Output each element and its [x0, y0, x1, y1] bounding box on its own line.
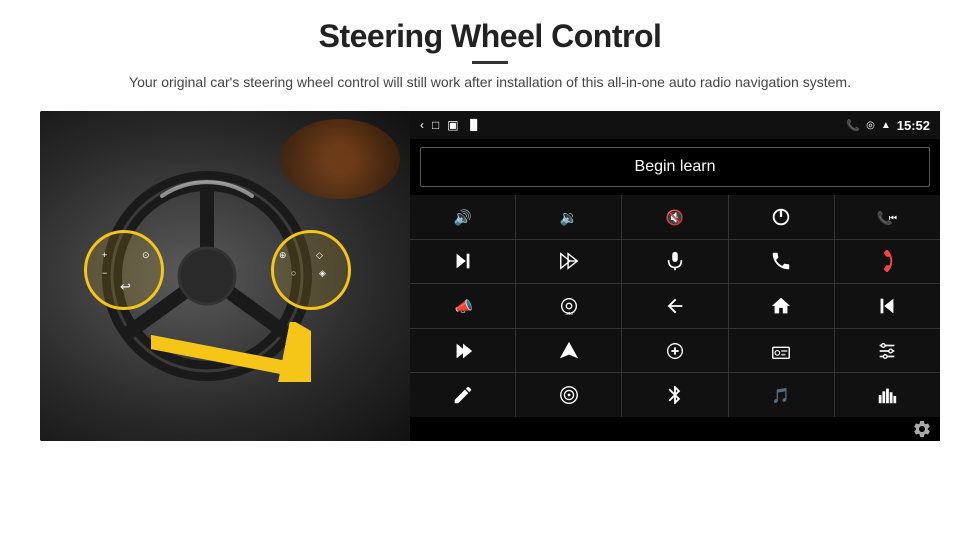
status-bar-right: 📞 ◎ ▲ 15:52 — [846, 118, 930, 133]
svg-text:🎵: 🎵 — [772, 388, 790, 405]
status-bar: ‹ □ ▣ ▐▌ 📞 ◎ ▲ 15:52 — [410, 111, 940, 139]
svg-text:◈: ◈ — [319, 268, 326, 278]
svg-text:⊙: ⊙ — [142, 250, 150, 260]
target-button[interactable] — [516, 373, 621, 417]
content-area: + ⊙ − ↩ ⊕ ◇ ○ ◈ — [40, 111, 940, 441]
navigation-button[interactable] — [516, 329, 621, 373]
edit-button[interactable] — [410, 373, 515, 417]
radio-button[interactable] — [729, 329, 834, 373]
svg-text:◇: ◇ — [316, 250, 323, 260]
skip-forward-button[interactable] — [410, 240, 515, 284]
phone-hangup-button[interactable] — [835, 240, 940, 284]
settings-gear-icon[interactable] — [912, 419, 932, 439]
mute-button[interactable]: 🔇 — [622, 195, 727, 239]
gps-icon: ◎ — [866, 120, 875, 131]
settings-row — [410, 417, 940, 441]
settings-eq-button[interactable] — [835, 329, 940, 373]
mic-button[interactable] — [622, 240, 727, 284]
vol-up-button[interactable]: 🔊 — [410, 195, 515, 239]
begin-learn-row: Begin learn — [410, 139, 940, 195]
controls-grid: 🔊 🔉 🔇 📞 ⏮ — [410, 195, 940, 417]
music-settings-button[interactable]: 🎵 — [729, 373, 834, 417]
home-square-icon[interactable]: □ — [432, 118, 439, 132]
bluetooth-button[interactable] — [622, 373, 727, 417]
phone-answer-button[interactable] — [729, 240, 834, 284]
phone-icon: 📞 — [846, 119, 860, 132]
svg-text:🔉: 🔉 — [560, 210, 578, 226]
prev-track-button[interactable] — [835, 284, 940, 328]
page-subtitle: Your original car's steering wheel contr… — [129, 72, 851, 93]
svg-text:🔇: 🔇 — [666, 208, 684, 226]
fast-forward-button[interactable] — [410, 329, 515, 373]
camera360-button[interactable]: 360° — [516, 284, 621, 328]
horn-button[interactable]: 📣 — [410, 284, 515, 328]
back-arrow-icon[interactable]: ‹ — [420, 118, 424, 132]
svg-text:🔊: 🔊 — [453, 208, 471, 226]
title-section: Steering Wheel Control Your original car… — [129, 18, 851, 105]
svg-text:○: ○ — [291, 268, 296, 278]
wifi-icon: ▲ — [881, 120, 891, 131]
vol-down-button[interactable]: 🔉 — [516, 195, 621, 239]
svg-text:⊕: ⊕ — [279, 250, 287, 260]
page-container: Steering Wheel Control Your original car… — [0, 0, 980, 544]
android-panel: ‹ □ ▣ ▐▌ 📞 ◎ ▲ 15:52 Begin learn — [410, 111, 940, 441]
right-buttons-icons: ⊕ ◇ ○ ◈ — [271, 236, 343, 308]
back-nav-button[interactable] — [622, 284, 727, 328]
home-nav-button[interactable] — [729, 284, 834, 328]
left-buttons-icons: + ⊙ − ↩ — [92, 236, 164, 308]
power-button[interactable] — [729, 195, 834, 239]
svg-text:+: + — [102, 250, 107, 260]
steering-wheel-image: + ⊙ − ↩ ⊕ ◇ ○ ◈ — [40, 111, 410, 441]
svg-text:−: − — [102, 268, 107, 278]
svg-text:⏮: ⏮ — [889, 212, 897, 222]
equalizer-button[interactable] — [622, 329, 727, 373]
status-time: 15:52 — [897, 118, 930, 133]
svg-text:360°: 360° — [565, 311, 575, 316]
title-divider — [472, 61, 508, 64]
page-title: Steering Wheel Control — [129, 18, 851, 55]
recent-apps-icon[interactable]: ▣ — [447, 118, 458, 132]
begin-learn-button[interactable]: Begin learn — [420, 147, 930, 187]
svg-text:📣: 📣 — [454, 298, 472, 315]
phone-prev-button[interactable]: 📞 ⏮ — [835, 195, 940, 239]
status-bar-left: ‹ □ ▣ ▐▌ — [420, 118, 481, 132]
signal-icon: ▐▌ — [467, 120, 481, 131]
yellow-arrow — [151, 322, 311, 382]
svg-text:↩: ↩ — [120, 279, 131, 294]
shuffle-button[interactable] — [516, 240, 621, 284]
equalizer-bars-button[interactable] — [835, 373, 940, 417]
